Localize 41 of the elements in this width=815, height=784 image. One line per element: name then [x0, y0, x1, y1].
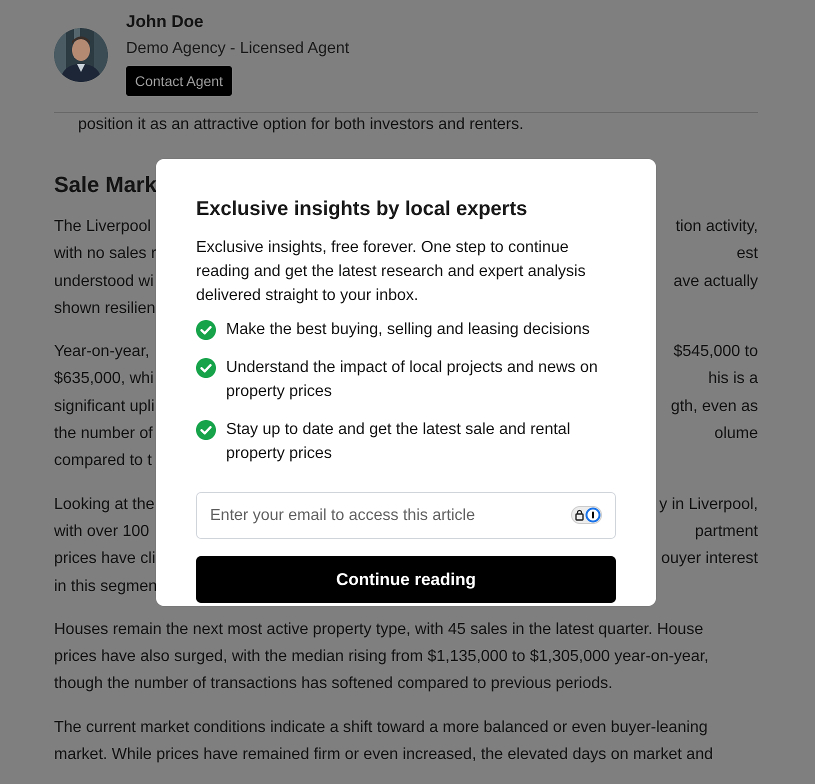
article-text: in this segmen	[54, 576, 158, 597]
article-text: market. While prices have remained firm or even increased, the elevated days on market and	[54, 745, 713, 766]
dialog-title: Exclusive insights by local experts	[196, 197, 528, 222]
article-text: $635,000, whi	[54, 369, 154, 390]
article-text: significant upli	[54, 396, 154, 417]
article-text: Looking at the	[54, 494, 155, 515]
article-text: though the number of transactions has softened compared to previous periods.	[54, 674, 613, 694]
article-text: The current market conditions indicate a shift toward a more balanced or even buyer-leaning	[54, 718, 708, 738]
article-text: position it as an attractive option for both investors and renters.	[78, 115, 525, 135]
contact-agent-button[interactable]: Contact Agent	[126, 66, 232, 96]
benefit-text: Make the best buying, selling and leasing decisions	[226, 320, 590, 340]
article-text: prices have cli	[54, 549, 156, 570]
benefit-text: Understand the impact of local projects and news on property prices	[226, 358, 599, 402]
agent-title: Demo Agency - Licensed Agent	[126, 39, 350, 59]
article-text: with over 100	[54, 522, 150, 542]
article-text: partment	[694, 522, 758, 542]
article-text: ouyer interest	[661, 549, 758, 570]
article-text: understood wi	[54, 272, 154, 292]
article-text: shown resilien	[54, 298, 156, 319]
article-text: Houses remain the next most active property type, with 45 sales in the latest quarter. House	[54, 620, 704, 640]
agent-name: John Doe	[126, 11, 204, 33]
article-text: his is a	[708, 369, 758, 390]
benefit-text: Stay up to date and get the latest sale and rental property prices	[226, 420, 572, 464]
article-text: with no sales r	[54, 244, 156, 264]
article-text: The Liverpool	[54, 217, 151, 237]
article-text: ave actually	[674, 272, 758, 292]
article-text: y in Liverpool,	[659, 494, 758, 515]
article-text: $545,000 to	[673, 342, 758, 362]
article-text: the number of	[54, 424, 153, 444]
section-heading: Sale Mark	[54, 171, 158, 199]
article-text: Year-on-year,	[54, 342, 150, 362]
article-text: tion activity,	[676, 217, 758, 237]
article-text: olume	[714, 424, 758, 444]
password-manager-icon[interactable]	[571, 506, 602, 524]
article-text: compared to t	[54, 451, 152, 472]
article-text: est	[736, 244, 758, 264]
article-text: prices have also surged, with the median rising from $1,135,000 to $1,305,000 year-on-year,	[54, 647, 709, 668]
article-text: gth, even as	[670, 396, 758, 417]
email-field[interactable]: Enter your email to access this article	[196, 492, 616, 539]
continue-reading-button[interactable]: Continue reading	[196, 556, 616, 603]
dialog-description: Exclusive insights, free forever. One step to continue reading and get the latest research and expert analysis delivered straight to your inbox.	[196, 238, 587, 306]
